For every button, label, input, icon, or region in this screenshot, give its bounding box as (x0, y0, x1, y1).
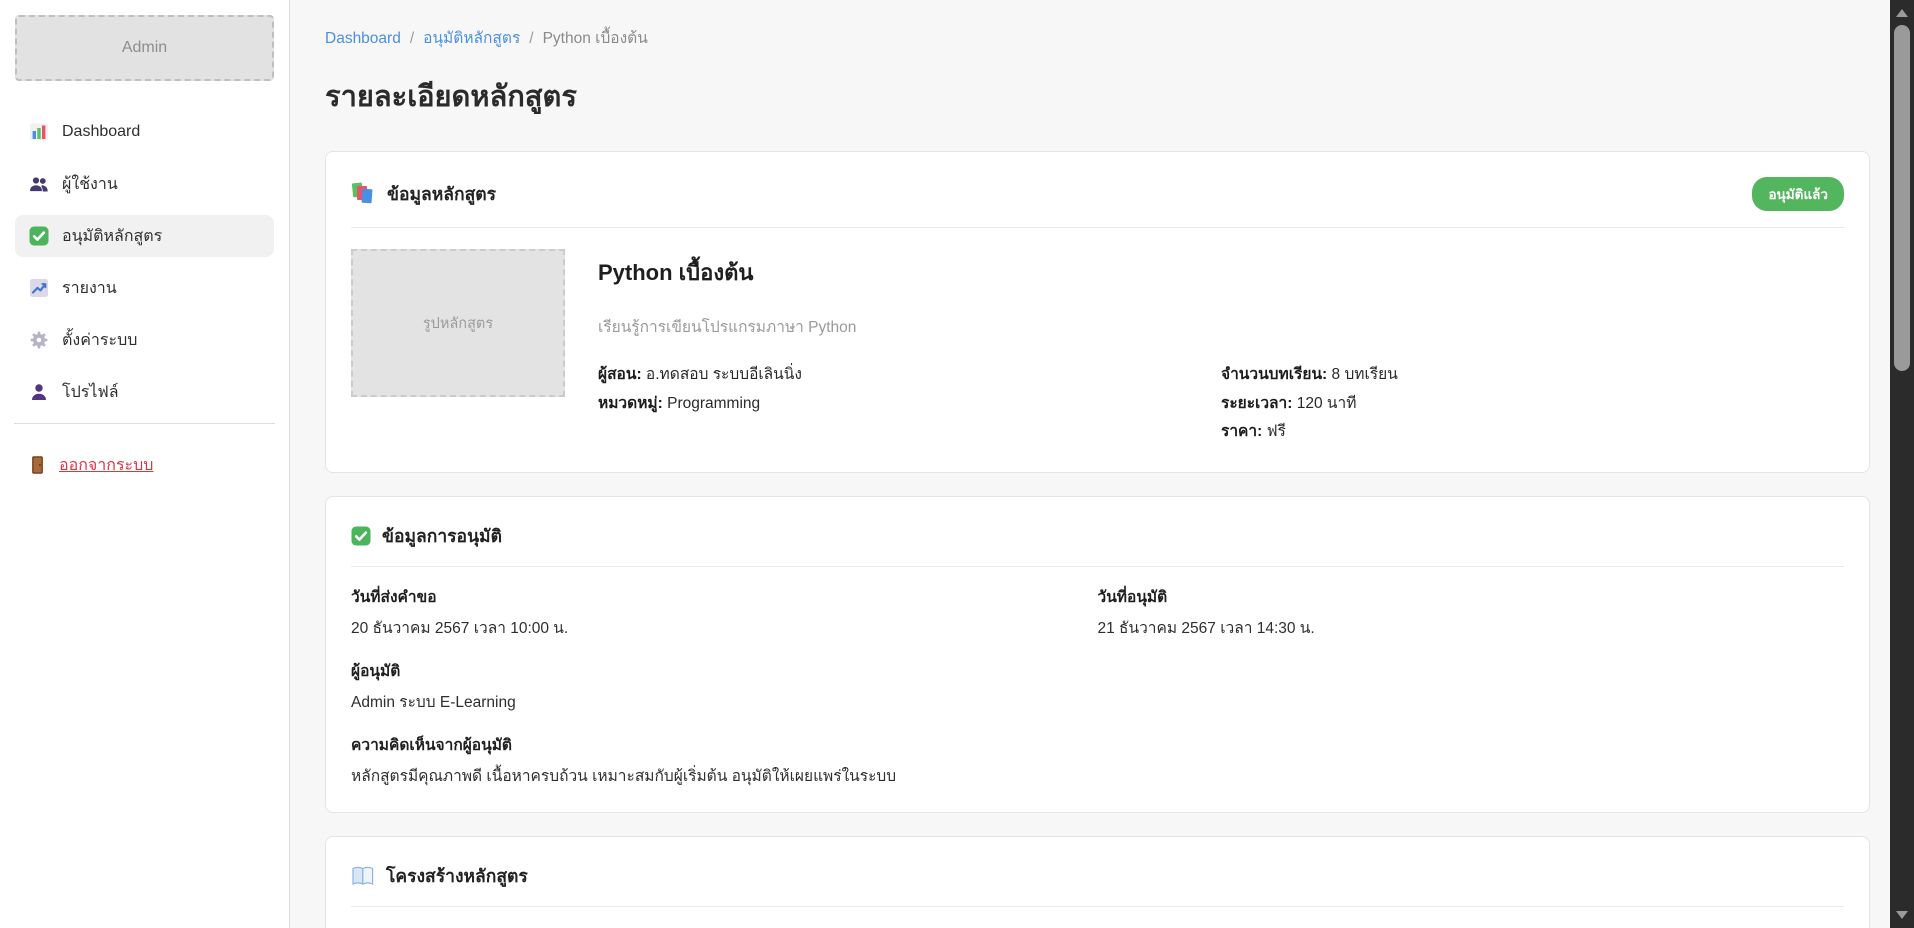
course-info-grid: ผู้สอน: อ.ทดสอบ ระบบอีเลินนิ่ง หมวดหมู่:… (598, 361, 1844, 447)
door-icon (29, 455, 46, 475)
person-icon (29, 382, 49, 402)
approval-dates-grid: วันที่ส่งคำขอ 20 ธันวาคม 2567 เวลา 10:00… (351, 588, 1844, 639)
course-price-label: ราคา: (1221, 423, 1262, 440)
check-icon (29, 226, 49, 246)
course-structure-card-title: โครงสร้างหลักสูตร (386, 862, 528, 890)
gear-icon (29, 330, 49, 350)
sidebar-divider (14, 423, 275, 424)
course-category-row: หมวดหมู่: Programming (598, 390, 1221, 419)
breadcrumb-separator: / (529, 30, 533, 47)
course-category-label: หมวดหมู่: (598, 395, 663, 412)
course-info-card-header: ข้อมูลหลักสูตร อนุมัติแล้ว (351, 171, 1844, 228)
breadcrumb: Dashboard / อนุมัติหลักสูตร / Python เบื้องต… (325, 29, 1870, 49)
course-category-value: Programming (667, 395, 760, 412)
sidebar-item-label: ตั้งค่าระบบ (62, 328, 137, 353)
sidebar-item-users[interactable]: ผู้ใช้งาน (15, 163, 274, 205)
course-lessons-label: จำนวนบทเรียน: (1221, 366, 1327, 383)
approver-comment-label: ความคิดเห็นจากผู้อนุมัติ (351, 736, 1844, 756)
approval-info-card-title: ข้อมูลการอนุมัติ (382, 522, 502, 550)
course-duration-value: 120 นาที (1297, 395, 1357, 412)
course-info-left-column: ผู้สอน: อ.ทดสอบ ระบบอีเลินนิ่ง หมวดหมู่:… (598, 361, 1221, 447)
sidebar-item-label: ผู้ใช้งาน (62, 172, 118, 197)
approval-info-card: ข้อมูลการอนุมัติ วันที่ส่งคำขอ 20 ธันวาค… (325, 496, 1870, 813)
bar-chart-icon (29, 122, 49, 142)
sidebar-item-label: โปรไฟล์ (62, 380, 119, 405)
approver-comment-field: ความคิดเห็นจากผู้อนุมัติ หลักสูตรมีคุณภา… (351, 736, 1844, 787)
course-price-row: ราคา: ฟรี (1221, 418, 1844, 447)
course-instructor-row: ผู้สอน: อ.ทดสอบ ระบบอีเลินนิ่ง (598, 361, 1221, 390)
request-date-field: วันที่ส่งคำขอ 20 ธันวาคม 2567 เวลา 10:00… (351, 588, 1098, 639)
sidebar-nav: Dashboard ผู้ใช้งาน อนุมัติหลักสูตร (0, 111, 289, 413)
course-image-placeholder: รูปหลักสูตร (351, 249, 565, 397)
course-description: เรียนรู้การเขียนโปรแกรมภาษา Python (598, 314, 1844, 339)
open-book-icon (351, 865, 375, 887)
sidebar-item-settings[interactable]: ตั้งค่าระบบ (15, 319, 274, 361)
scrollbar-up-arrow[interactable] (1890, 2, 1914, 24)
approve-date-value: 21 ธันวาคม 2567 เวลา 14:30 น. (1098, 619, 1845, 639)
course-duration-label: ระยะเวลา: (1221, 395, 1292, 412)
brand-label: Admin (122, 39, 167, 57)
course-details: Python เบื้องต้น เรียนรู้การเขียนโปรแกรม… (598, 249, 1844, 447)
approver-value: Admin ระบบ E-Learning (351, 693, 1844, 713)
course-info-card-title: ข้อมูลหลักสูตร (387, 180, 496, 208)
course-structure-card-header: โครงสร้างหลักสูตร (351, 856, 1844, 907)
down-triangle-icon (1896, 911, 1908, 919)
approver-label: ผู้อนุมัติ (351, 662, 1844, 682)
sidebar-item-label: อนุมัติหลักสูตร (62, 224, 162, 249)
brand-placeholder: Admin (15, 15, 274, 81)
vertical-scrollbar[interactable] (1890, 0, 1914, 928)
course-instructor-label: ผู้สอน: (598, 366, 642, 383)
scrollbar-down-arrow[interactable] (1890, 904, 1914, 926)
breadcrumb-current: Python เบื้องต้น (543, 30, 648, 47)
approver-field: ผู้อนุมัติ Admin ระบบ E-Learning (351, 662, 1844, 713)
approve-date-label: วันที่อนุมัติ (1098, 588, 1845, 608)
course-lessons-row: จำนวนบทเรียน: 8 บทเรียน (1221, 361, 1844, 390)
approval-info-body: วันที่ส่งคำขอ 20 ธันวาคม 2567 เวลา 10:00… (351, 567, 1844, 787)
up-triangle-icon (1896, 9, 1908, 17)
approval-info-card-header: ข้อมูลการอนุมัติ (351, 516, 1844, 567)
breadcrumb-separator: / (410, 30, 414, 47)
scrollbar-thumb[interactable] (1894, 25, 1910, 371)
course-duration-row: ระยะเวลา: 120 นาที (1221, 390, 1844, 419)
approver-comment-value: หลักสูตรมีคุณภาพดี เนื้อหาครบถ้วน เหมาะส… (351, 767, 1844, 787)
breadcrumb-link-dashboard[interactable]: Dashboard (325, 30, 401, 47)
course-info-card: ข้อมูลหลักสูตร อนุมัติแล้ว รูปหลักสูตร P… (325, 151, 1870, 473)
sidebar-item-approve-courses[interactable]: อนุมัติหลักสูตร (15, 215, 274, 257)
sidebar-item-profile[interactable]: โปรไฟล์ (15, 371, 274, 413)
course-price-value: ฟรี (1267, 423, 1286, 440)
course-image-placeholder-label: รูปหลักสูตร (423, 312, 493, 335)
check-icon (351, 526, 371, 546)
logout-button[interactable]: ออกจากระบบ (15, 444, 274, 486)
sidebar-item-reports[interactable]: รายงาน (15, 267, 274, 309)
logout-label: ออกจากระบบ (59, 453, 153, 478)
sidebar-item-dashboard[interactable]: Dashboard (15, 111, 274, 153)
sidebar: Admin Dashboard ผู้ใช้งาน (0, 0, 290, 928)
request-date-value: 20 ธันวาคม 2567 เวลา 10:00 น. (351, 619, 1098, 639)
course-info-body: รูปหลักสูตร Python เบื้องต้น เรียนรู้การ… (351, 228, 1844, 447)
approve-date-field: วันที่อนุมัติ 21 ธันวาคม 2567 เวลา 14:30… (1098, 588, 1845, 639)
users-icon (29, 174, 49, 194)
request-date-label: วันที่ส่งคำขอ (351, 588, 1098, 608)
status-badge: อนุมัติแล้ว (1752, 177, 1844, 211)
course-title: Python เบื้องต้น (598, 255, 1844, 290)
course-info-right-column: จำนวนบทเรียน: 8 บทเรียน ระยะเวลา: 120 นา… (1221, 361, 1844, 447)
course-structure-card: โครงสร้างหลักสูตร (325, 836, 1870, 928)
books-icon (351, 182, 376, 206)
sidebar-item-label: รายงาน (62, 276, 117, 301)
line-chart-icon (29, 278, 49, 298)
page-title: รายละเอียดหลักสูตร (325, 73, 1870, 119)
course-lessons-value: 8 บทเรียน (1332, 366, 1398, 383)
course-instructor-value: อ.ทดสอบ ระบบอีเลินนิ่ง (646, 366, 802, 383)
breadcrumb-link-approve-courses[interactable]: อนุมัติหลักสูตร (423, 30, 520, 47)
main-content: Dashboard / อนุมัติหลักสูตร / Python เบื้องต… (290, 0, 1890, 928)
sidebar-item-label: Dashboard (62, 123, 140, 141)
